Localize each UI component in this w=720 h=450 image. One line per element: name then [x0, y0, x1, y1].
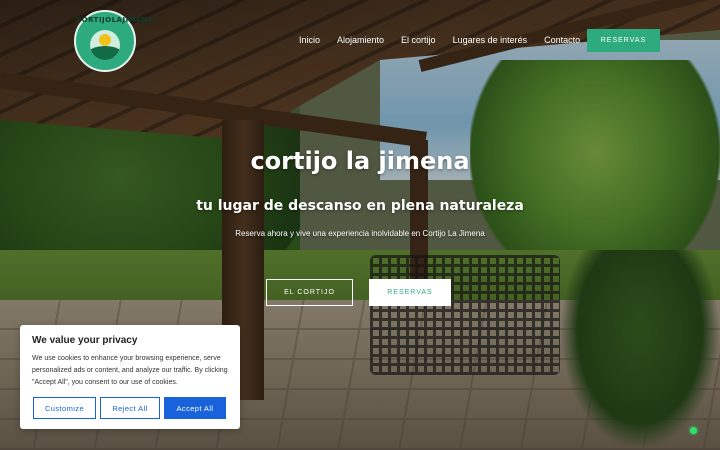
site-logo[interactable]: CORTIJOLAJIMENA: [74, 10, 154, 72]
reject-all-button[interactable]: Reject All: [100, 397, 160, 419]
logo-text: CORTIJOLAJIMENA: [76, 16, 154, 24]
nav-item-contacto[interactable]: Contacto: [544, 35, 580, 45]
hero-subtitle: tu lugar de descanso en plena naturaleza: [196, 198, 524, 214]
accept-all-button[interactable]: Accept All: [164, 397, 226, 419]
hero-title: cortijo la jimena: [250, 147, 470, 175]
cookie-actions: Customize Reject All Accept All: [33, 397, 226, 419]
cookie-text: We use cookies to enhance your browsing …: [32, 355, 228, 386]
main-nav: Inicio Alojamiento El cortijo Lugares de…: [299, 35, 597, 45]
hero-description: Reserva ahora y vive una experiencia ino…: [235, 229, 485, 238]
reservas-nav-button[interactable]: RESERVAS: [587, 29, 660, 52]
hill-icon: [90, 46, 120, 60]
el-cortijo-button[interactable]: EL CORTIJO: [266, 279, 353, 306]
nav-item-el-cortijo[interactable]: El cortijo: [401, 35, 436, 45]
status-dot-icon: [690, 427, 697, 434]
customize-button[interactable]: Customize: [33, 397, 96, 419]
logo-emblem-icon: [90, 30, 120, 60]
reservas-hero-button[interactable]: RESERVAS: [369, 279, 451, 306]
cookie-title: We value your privacy: [32, 335, 138, 346]
nav-item-inicio[interactable]: Inicio: [299, 35, 320, 45]
nav-item-alojamiento[interactable]: Alojamiento: [337, 35, 384, 45]
nav-item-lugares-de-interes[interactable]: Lugares de interés: [453, 35, 528, 45]
cookie-consent-banner: We value your privacy We use cookies to …: [20, 325, 240, 429]
sun-icon: [99, 34, 111, 46]
